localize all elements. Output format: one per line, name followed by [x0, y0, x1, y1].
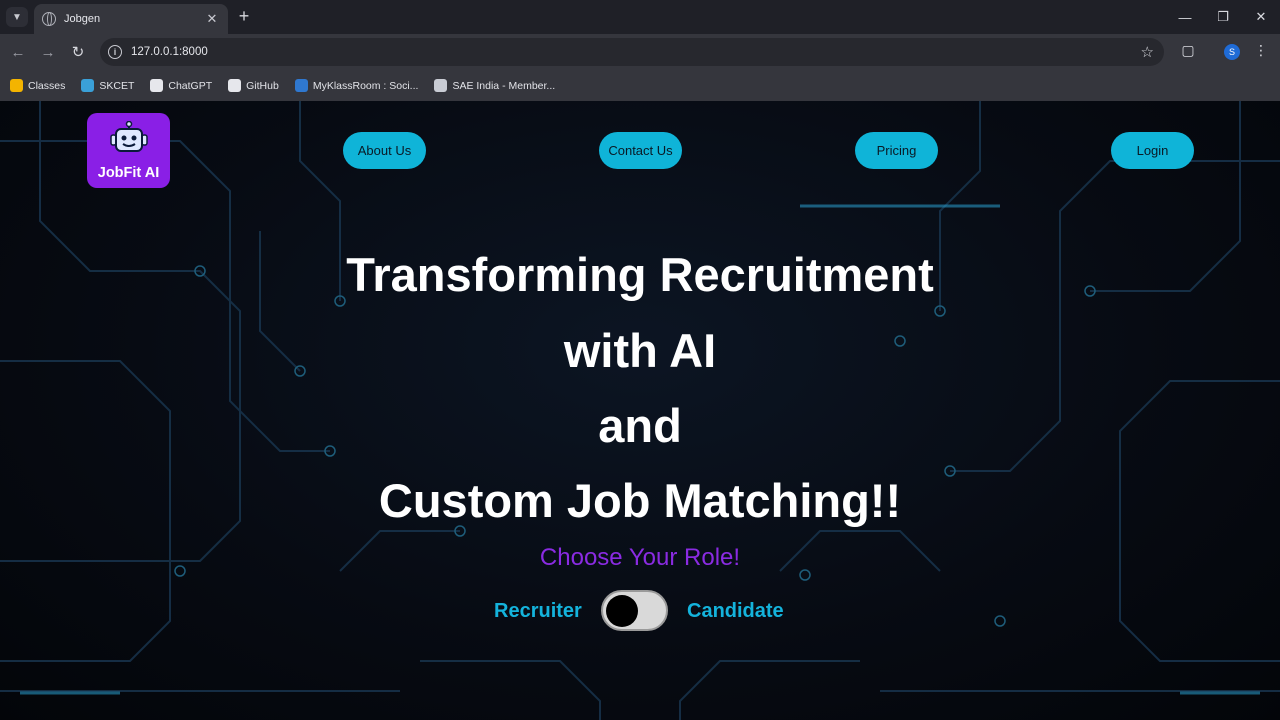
- minimize-icon[interactable]: —: [1166, 0, 1204, 34]
- about-us-button[interactable]: About Us: [343, 132, 426, 169]
- sae-icon: [434, 79, 448, 92]
- hero-headline-line-1: Transforming Recruitment: [346, 248, 934, 301]
- logo-text: JobFit AI: [97, 165, 160, 181]
- bookmark-label: GitHub: [246, 79, 279, 92]
- profile-avatar[interactable]: S: [1224, 44, 1240, 60]
- login-button[interactable]: Login: [1111, 132, 1194, 169]
- jobfit-logo[interactable]: JobFit AI: [87, 113, 170, 188]
- globe-icon: [42, 12, 56, 26]
- bookmark-label: Classes: [28, 79, 66, 92]
- bookmark-label: MyKlassRoom : Soci...: [312, 79, 419, 92]
- choose-role-prompt: Choose Your Role!: [539, 544, 741, 571]
- new-tab-plus-icon[interactable]: +: [234, 6, 254, 26]
- bookmark-chatgpt[interactable]: ChatGPT: [150, 79, 212, 92]
- browser-tab[interactable]: Jobgen ✕: [34, 4, 228, 34]
- hero-headline-line-2: with AI: [563, 324, 717, 377]
- contact-us-button[interactable]: Contact Us: [599, 132, 682, 169]
- bookmark-label: ChatGPT: [168, 79, 213, 92]
- bookmark-myklassroom[interactable]: MyKlassRoom : Soci...: [294, 79, 419, 92]
- bookmark-skcet[interactable]: SKCET: [81, 79, 134, 92]
- reload-icon[interactable]: ↻: [68, 42, 88, 62]
- tab-strip: ▼ Jobgen ✕ + — ❐ ✕: [0, 0, 1280, 34]
- close-window-icon[interactable]: ✕: [1242, 0, 1280, 34]
- bookmark-classes[interactable]: Classes: [10, 79, 65, 92]
- browser-toolbar: ← → ↻ i 127.0.0.1:8000 ☆ ▢ S ⋮: [0, 34, 1280, 70]
- url-text[interactable]: 127.0.0.1:8000: [131, 46, 208, 58]
- hero-headline-line-4: Custom Job Matching!!: [378, 474, 902, 527]
- bookmark-star-icon[interactable]: ☆: [1141, 43, 1154, 61]
- bookmark-sae-india[interactable]: SAE India - Member...: [434, 79, 555, 92]
- myklassroom-icon: [294, 79, 308, 92]
- hero-headline-line-3: and: [598, 399, 682, 452]
- address-bar[interactable]: i 127.0.0.1:8000 ☆: [100, 38, 1164, 66]
- bookmarks-bar: Classes SKCET ChatGPT GitHub MyKlassRoom…: [0, 70, 1280, 101]
- browser-menu-icon[interactable]: ⋮: [1254, 42, 1268, 59]
- back-arrow-icon[interactable]: ←: [8, 42, 28, 62]
- role-toggle-switch[interactable]: [601, 590, 668, 631]
- toggle-knob[interactable]: [606, 595, 638, 627]
- recruiter-label[interactable]: Recruiter: [494, 600, 582, 623]
- pricing-button[interactable]: Pricing: [855, 132, 938, 169]
- candidate-label[interactable]: Candidate: [687, 600, 784, 623]
- landing-page: JobFit AI About Us Contact Us Pricing Lo…: [0, 101, 1280, 720]
- maximize-icon[interactable]: ❐: [1204, 0, 1242, 34]
- skcet-icon: [81, 79, 95, 92]
- tab-title: Jobgen: [64, 13, 101, 25]
- close-tab-icon[interactable]: ✕: [204, 11, 220, 27]
- bookmark-github[interactable]: GitHub: [228, 79, 279, 92]
- bookmark-label: SAE India - Member...: [452, 79, 556, 92]
- tab-search-chevron-icon[interactable]: ▼: [6, 7, 28, 27]
- extensions-puzzle-icon[interactable]: ▢: [1180, 42, 1196, 58]
- site-info-icon[interactable]: i: [108, 45, 122, 59]
- bookmark-label: SKCET: [99, 79, 135, 92]
- forward-arrow-icon[interactable]: →: [38, 42, 58, 62]
- github-icon: [228, 79, 242, 92]
- robot-icon: [110, 121, 148, 152]
- chatgpt-icon: [150, 79, 164, 92]
- classroom-icon: [10, 79, 23, 92]
